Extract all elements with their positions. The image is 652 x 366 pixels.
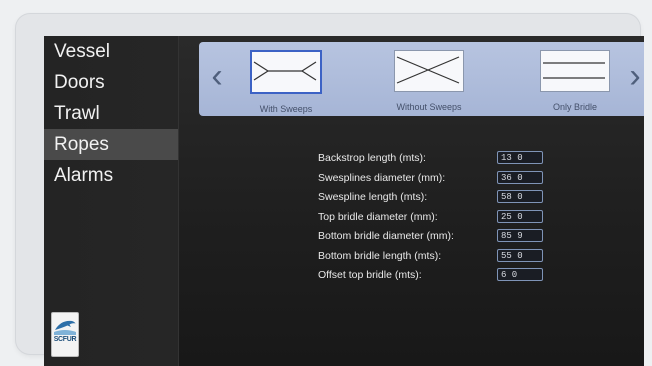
only-bridle-diagram bbox=[540, 50, 610, 92]
option-label: With Sweeps bbox=[259, 104, 313, 114]
offset-top-bridle-field[interactable]: 6 0 bbox=[497, 268, 543, 281]
top-bridle-diameter-field[interactable]: 25 0 bbox=[497, 209, 543, 223]
sidebar-item-trawl[interactable]: Trawl bbox=[44, 98, 178, 129]
chevron-left-icon[interactable]: ‹ bbox=[205, 56, 229, 96]
swesplines-diameter-field[interactable]: 36 0 bbox=[497, 170, 543, 184]
param-row: Top bridle diameter (mm): 25 0 bbox=[318, 209, 548, 229]
without-sweeps-diagram bbox=[394, 50, 464, 92]
param-row: Bottom bridle length (mts): 55 0 bbox=[318, 248, 548, 268]
param-row: Swesplines diameter (mm): 36 0 bbox=[318, 170, 548, 190]
sidebar-item-vessel[interactable]: Vessel bbox=[44, 36, 178, 67]
with-sweeps-diagram bbox=[250, 50, 322, 94]
bottom-bridle-diameter-field[interactable]: 85 9 bbox=[497, 229, 543, 242]
param-row: Offset top bridle (mts): 6 0 bbox=[318, 267, 548, 287]
option-label: Only Bridle bbox=[552, 102, 597, 112]
option-only-bridle[interactable]: Only Bridle bbox=[539, 50, 611, 112]
option-label: Without Sweeps bbox=[396, 102, 462, 112]
param-row: Swespline length (mts): 58 0 bbox=[318, 189, 548, 209]
swespline-length-field[interactable]: 58 0 bbox=[497, 190, 543, 203]
param-label: Swespline length (mts): bbox=[318, 191, 428, 203]
sidebar-item-alarms[interactable]: Alarms bbox=[44, 160, 178, 191]
param-row: Backstrop length (mts): 13 0 bbox=[318, 150, 548, 170]
bottom-bridle-length-field[interactable]: 55 0 bbox=[497, 248, 543, 262]
param-label: Bottom bridle length (mts): bbox=[318, 249, 442, 262]
logo-text: SCFUR bbox=[53, 336, 77, 343]
brand-logo: SCFUR bbox=[51, 312, 79, 357]
chevron-right-icon[interactable]: › bbox=[623, 56, 644, 96]
rig-type-selector: ‹ With Sweeps Without Sweeps Only Bridle… bbox=[199, 42, 644, 116]
param-label: Bottom bridle diameter (mm): bbox=[318, 230, 454, 242]
rope-parameters: Backstrop length (mts): 13 0 Swesplines … bbox=[318, 150, 548, 287]
sidebar: Vessel Doors Trawl Ropes Alarms SCFUR bbox=[44, 36, 179, 366]
sidebar-item-doors[interactable]: Doors bbox=[44, 67, 178, 98]
param-label: Backstrop length (mts): bbox=[318, 152, 426, 164]
dolphin-icon bbox=[54, 320, 76, 335]
screen: Vessel Doors Trawl Ropes Alarms SCFUR ‹ bbox=[44, 36, 644, 366]
param-label: Offset top bridle (mts): bbox=[318, 269, 422, 281]
param-label: Top bridle diameter (mm): bbox=[318, 210, 438, 223]
param-label: Swesplines diameter (mm): bbox=[318, 171, 446, 184]
param-row: Bottom bridle diameter (mm): 85 9 bbox=[318, 228, 548, 248]
device-frame: Vessel Doors Trawl Ropes Alarms SCFUR ‹ bbox=[16, 14, 644, 366]
backstrop-length-field[interactable]: 13 0 bbox=[497, 151, 543, 164]
sidebar-item-ropes[interactable]: Ropes bbox=[44, 129, 178, 160]
option-without-sweeps[interactable]: Without Sweeps bbox=[393, 50, 465, 112]
option-with-sweeps[interactable]: With Sweeps bbox=[250, 50, 322, 114]
